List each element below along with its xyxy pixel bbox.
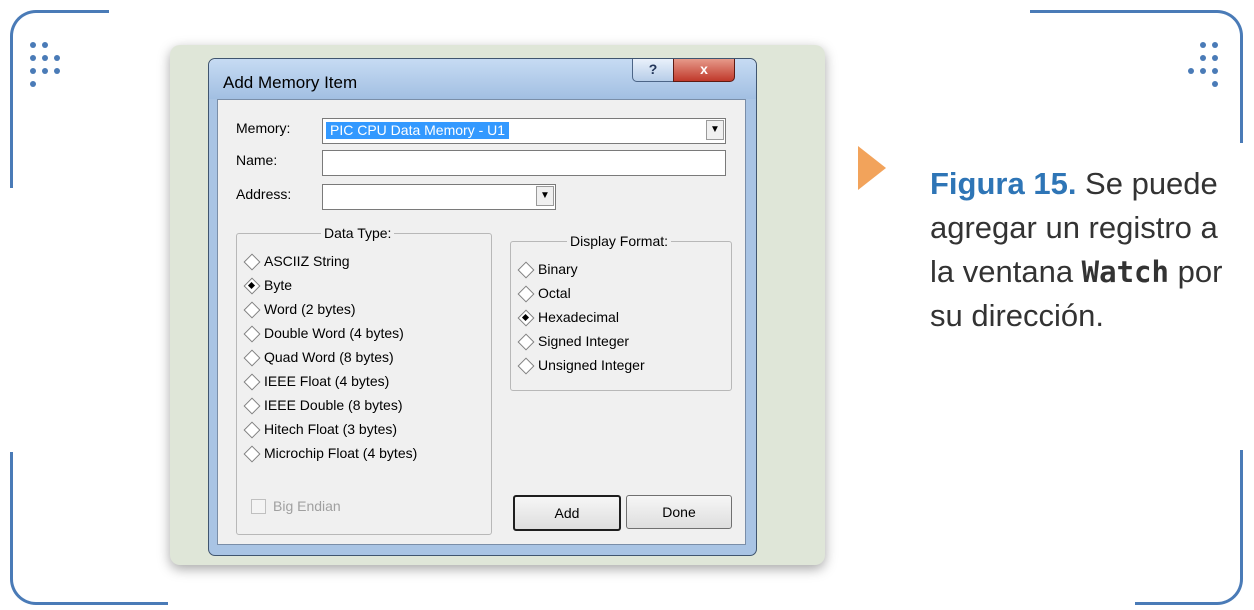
radio-label: IEEE Float (4 bytes) bbox=[264, 373, 390, 389]
figure-label: Figura 15. bbox=[930, 166, 1077, 201]
caption-arrow-icon bbox=[858, 146, 886, 190]
title-bar[interactable]: Add Memory Item ? x bbox=[209, 59, 756, 99]
chevron-down-icon[interactable]: ▼ bbox=[706, 120, 724, 140]
chevron-down-icon[interactable]: ▼ bbox=[536, 186, 554, 206]
radio-icon bbox=[519, 263, 532, 276]
help-button[interactable]: ? bbox=[632, 59, 674, 82]
name-input[interactable] bbox=[322, 150, 726, 176]
radio-label: Binary bbox=[538, 261, 578, 277]
memory-select-value: PIC CPU Data Memory - U1 bbox=[326, 122, 510, 139]
data-type-group: Data Type: ASCIIZ String Byte Word (2 by… bbox=[236, 225, 492, 535]
radio-label: Microchip Float (4 bytes) bbox=[264, 445, 418, 461]
caption-code: Watch bbox=[1081, 255, 1169, 289]
radio-hexadecimal[interactable]: Hexadecimal bbox=[519, 306, 619, 328]
dialog-body: Memory: PIC CPU Data Memory - U1 ▼ Name:… bbox=[217, 99, 746, 545]
radio-label: Signed Integer bbox=[538, 333, 630, 349]
radio-quad-word[interactable]: Quad Word (8 bytes) bbox=[245, 346, 394, 368]
radio-icon bbox=[245, 423, 258, 436]
name-label: Name: bbox=[236, 152, 278, 168]
radio-binary[interactable]: Binary bbox=[519, 258, 578, 280]
figure-caption: Figura 15. Se puede agregar un registro … bbox=[930, 162, 1230, 338]
memory-select[interactable]: PIC CPU Data Memory - U1 ▼ bbox=[322, 118, 726, 144]
radio-label: IEEE Double (8 bytes) bbox=[264, 397, 403, 413]
radio-label: Hexadecimal bbox=[538, 309, 619, 325]
radio-double-word[interactable]: Double Word (4 bytes) bbox=[245, 322, 404, 344]
decorative-dots-left bbox=[30, 42, 60, 87]
radio-ieee-float[interactable]: IEEE Float (4 bytes) bbox=[245, 370, 389, 392]
close-button[interactable]: x bbox=[673, 59, 735, 82]
checkbox-icon bbox=[251, 498, 266, 514]
address-label: Address: bbox=[236, 186, 292, 202]
radio-icon bbox=[245, 399, 258, 412]
radio-icon bbox=[245, 447, 258, 460]
radio-word[interactable]: Word (2 bytes) bbox=[245, 298, 356, 320]
radio-checked-icon bbox=[519, 311, 532, 324]
display-format-title: Display Format: bbox=[567, 233, 672, 249]
radio-microchip-float[interactable]: Microchip Float (4 bytes) bbox=[245, 442, 417, 464]
close-icon: x bbox=[700, 61, 708, 77]
frame-corner-bottom-left bbox=[10, 452, 168, 605]
radio-byte[interactable]: Byte bbox=[245, 274, 292, 296]
radio-icon bbox=[519, 359, 532, 372]
radio-label: Hitech Float (3 bytes) bbox=[264, 421, 398, 437]
radio-octal[interactable]: Octal bbox=[519, 282, 571, 304]
frame-corner-top-left bbox=[10, 10, 109, 188]
radio-ascii-string[interactable]: ASCIIZ String bbox=[245, 250, 350, 272]
help-icon: ? bbox=[648, 61, 658, 77]
radio-label: Quad Word (8 bytes) bbox=[264, 349, 394, 365]
radio-checked-icon bbox=[245, 279, 258, 292]
radio-icon bbox=[245, 351, 258, 364]
frame-corner-bottom-right bbox=[1135, 450, 1243, 605]
radio-label: Unsigned Integer bbox=[538, 357, 645, 373]
big-endian-checkbox[interactable]: Big Endian bbox=[251, 498, 341, 514]
address-combobox[interactable]: ▼ bbox=[322, 184, 556, 210]
radio-unsigned-integer[interactable]: Unsigned Integer bbox=[519, 354, 645, 376]
radio-icon bbox=[245, 375, 258, 388]
radio-label: Octal bbox=[538, 285, 571, 301]
radio-signed-integer[interactable]: Signed Integer bbox=[519, 330, 629, 352]
radio-label: Word (2 bytes) bbox=[264, 301, 356, 317]
memory-label: Memory: bbox=[236, 120, 291, 136]
radio-label: ASCIIZ String bbox=[264, 253, 350, 269]
radio-label: Double Word (4 bytes) bbox=[264, 325, 404, 341]
radio-icon bbox=[245, 303, 258, 316]
radio-hitech-float[interactable]: Hitech Float (3 bytes) bbox=[245, 418, 397, 440]
radio-icon bbox=[245, 327, 258, 340]
radio-icon bbox=[245, 255, 258, 268]
window-title: Add Memory Item bbox=[223, 73, 358, 92]
radio-label: Byte bbox=[264, 277, 293, 293]
big-endian-label: Big Endian bbox=[273, 498, 341, 514]
radio-ieee-double[interactable]: IEEE Double (8 bytes) bbox=[245, 394, 403, 416]
display-format-group: Display Format: Binary Octal Hexadecimal… bbox=[510, 233, 732, 391]
done-button[interactable]: Done bbox=[626, 495, 732, 529]
radio-icon bbox=[519, 335, 532, 348]
add-button[interactable]: Add bbox=[513, 495, 621, 531]
data-type-title: Data Type: bbox=[321, 225, 395, 241]
radio-icon bbox=[519, 287, 532, 300]
decorative-dots-right bbox=[1188, 42, 1218, 87]
add-memory-item-dialog: Add Memory Item ? x Memory: PIC CPU Data… bbox=[208, 58, 757, 556]
